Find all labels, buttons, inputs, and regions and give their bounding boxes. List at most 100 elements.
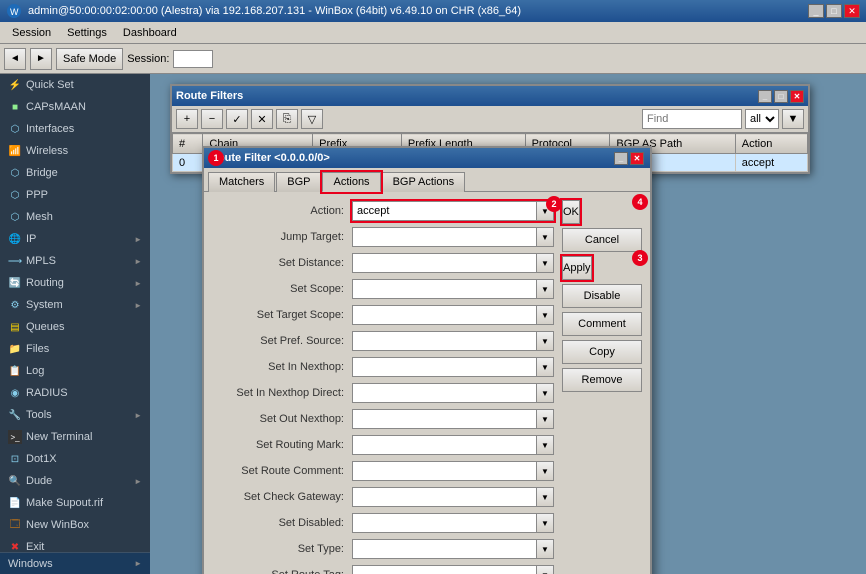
sidebar-item-tools[interactable]: 🔧 Tools ►: [0, 404, 150, 426]
set-check-gateway-input[interactable]: [352, 487, 536, 507]
sidebar-item-interfaces[interactable]: ⬡ Interfaces: [0, 118, 150, 140]
copy-tool-button[interactable]: ⎘: [276, 109, 298, 129]
sidebar-item-routing[interactable]: 🔄 Routing ►: [0, 272, 150, 294]
menu-dashboard[interactable]: Dashboard: [115, 25, 185, 41]
sidebar-item-new-winbox[interactable]: 🗔 New WinBox: [0, 514, 150, 536]
set-route-comment-input[interactable]: [352, 461, 536, 481]
session-input[interactable]: [173, 50, 213, 68]
set-routing-mark-dropdown-btn[interactable]: ▼: [536, 435, 554, 455]
windows-label: Windows: [8, 558, 53, 570]
set-in-nexthop-input[interactable]: [352, 357, 536, 377]
search-expand-button[interactable]: ▼: [782, 109, 804, 129]
set-distance-row: Set Distance: ▼: [212, 252, 554, 274]
sidebar-item-log[interactable]: 📋 Log: [0, 360, 150, 382]
col-action[interactable]: Action: [735, 134, 807, 154]
set-route-tag-row: Set Route Tag: ▼: [212, 564, 554, 574]
route-filters-maximize[interactable]: □: [774, 90, 788, 103]
dialog-close[interactable]: ✕: [630, 152, 644, 165]
route-filters-close[interactable]: ✕: [790, 90, 804, 103]
jump-target-dropdown-btn[interactable]: ▼: [536, 227, 554, 247]
tab-actions[interactable]: Actions: [322, 172, 380, 192]
route-filters-minimize[interactable]: _: [758, 90, 772, 103]
set-route-tag-dropdown-btn[interactable]: ▼: [536, 565, 554, 574]
close-button[interactable]: ✕: [844, 4, 860, 18]
dialog-minimize[interactable]: _: [614, 152, 628, 165]
remove-action-button[interactable]: Remove: [562, 368, 642, 392]
set-distance-input[interactable]: [352, 253, 536, 273]
set-in-nexthop-label: Set In Nexthop:: [212, 361, 352, 373]
sidebar-item-quick-set[interactable]: ⚡ Quick Set: [0, 74, 150, 96]
search-input[interactable]: [642, 109, 742, 129]
sidebar-item-bridge[interactable]: ⬡ Bridge: [0, 162, 150, 184]
back-button[interactable]: ◄: [4, 48, 26, 70]
ppp-icon: ⬡: [8, 188, 22, 202]
apply-button[interactable]: Apply: [562, 256, 592, 280]
sidebar-item-system[interactable]: ⚙ System ►: [0, 294, 150, 316]
add-button[interactable]: +: [176, 109, 198, 129]
main-toolbar: ◄ ► Safe Mode Session:: [0, 44, 866, 74]
cancel-button[interactable]: Cancel: [562, 228, 642, 252]
sidebar-item-make-supout[interactable]: 📄 Make Supout.rif: [0, 492, 150, 514]
sidebar-item-radius[interactable]: ◉ RADIUS: [0, 382, 150, 404]
disable-button[interactable]: ✕: [251, 109, 273, 129]
tab-matchers[interactable]: Matchers: [208, 172, 275, 192]
set-check-gateway-dropdown-btn[interactable]: ▼: [536, 487, 554, 507]
main-layout: ⚡ Quick Set ■ CAPsMAAN ⬡ Interfaces 📶 Wi…: [0, 74, 866, 574]
col-num[interactable]: #: [173, 134, 203, 154]
sidebar-item-queues[interactable]: ▤ Queues: [0, 316, 150, 338]
set-check-gateway-row: Set Check Gateway: ▼: [212, 486, 554, 508]
set-scope-input[interactable]: [352, 279, 536, 299]
sidebar-item-new-terminal[interactable]: >_ New Terminal: [0, 426, 150, 448]
set-scope-dropdown-btn[interactable]: ▼: [536, 279, 554, 299]
ok-button[interactable]: OK: [562, 200, 580, 224]
minimize-button[interactable]: _: [808, 4, 824, 18]
tab-bgp[interactable]: BGP: [276, 172, 321, 192]
set-disabled-input[interactable]: [352, 513, 536, 533]
tab-bgp-actions[interactable]: BGP Actions: [382, 172, 466, 192]
jump-target-input[interactable]: [352, 227, 536, 247]
set-check-gateway-label: Set Check Gateway:: [212, 491, 352, 503]
sidebar-item-files[interactable]: 📁 Files: [0, 338, 150, 360]
safe-mode-button[interactable]: Safe Mode: [56, 48, 123, 70]
sidebar-item-mesh[interactable]: ⬡ Mesh: [0, 206, 150, 228]
disable-button[interactable]: Disable: [562, 284, 642, 308]
filter-select[interactable]: all: [745, 109, 779, 129]
sidebar-item-wireless[interactable]: 📶 Wireless: [0, 140, 150, 162]
set-route-tag-input[interactable]: [352, 565, 536, 574]
sidebar-item-capsman[interactable]: ■ CAPsMAAN: [0, 96, 150, 118]
set-route-comment-dropdown-btn[interactable]: ▼: [536, 461, 554, 481]
set-pref-source-input[interactable]: [352, 331, 536, 351]
sidebar-item-mpls[interactable]: ⟶ MPLS ►: [0, 250, 150, 272]
forward-button[interactable]: ►: [30, 48, 52, 70]
action-input[interactable]: [352, 201, 536, 221]
menu-settings[interactable]: Settings: [59, 25, 115, 41]
set-in-nexthop-direct-dropdown-btn[interactable]: ▼: [536, 383, 554, 403]
windows-section[interactable]: Windows ►: [0, 552, 150, 574]
jump-target-row: Jump Target: ▼: [212, 226, 554, 248]
comment-button[interactable]: Comment: [562, 312, 642, 336]
set-type-dropdown-btn[interactable]: ▼: [536, 539, 554, 559]
set-routing-mark-input[interactable]: [352, 435, 536, 455]
set-target-scope-input[interactable]: [352, 305, 536, 325]
filter-button[interactable]: ▽: [301, 109, 323, 129]
set-in-nexthop-dropdown-btn[interactable]: ▼: [536, 357, 554, 377]
enable-button[interactable]: ✓: [226, 109, 248, 129]
menu-session[interactable]: Session: [4, 25, 59, 41]
set-out-nexthop-input[interactable]: [352, 409, 536, 429]
copy-button[interactable]: Copy: [562, 340, 642, 364]
maximize-button[interactable]: □: [826, 4, 842, 18]
set-out-nexthop-label: Set Out Nexthop:: [212, 413, 352, 425]
sidebar-item-ppp[interactable]: ⬡ PPP: [0, 184, 150, 206]
set-target-scope-dropdown-btn[interactable]: ▼: [536, 305, 554, 325]
sidebar-item-ip[interactable]: 🌐 IP ►: [0, 228, 150, 250]
set-distance-dropdown-btn[interactable]: ▼: [536, 253, 554, 273]
set-type-input[interactable]: [352, 539, 536, 559]
set-in-nexthop-direct-input[interactable]: [352, 383, 536, 403]
route-filters-toolbar: + − ✓ ✕ ⎘ ▽ all ▼: [172, 106, 808, 133]
set-out-nexthop-dropdown-btn[interactable]: ▼: [536, 409, 554, 429]
sidebar-item-dude[interactable]: 🔍 Dude ►: [0, 470, 150, 492]
sidebar-item-dot1x[interactable]: ⊡ Dot1X: [0, 448, 150, 470]
remove-button[interactable]: −: [201, 109, 223, 129]
set-pref-source-dropdown-btn[interactable]: ▼: [536, 331, 554, 351]
set-disabled-dropdown-btn[interactable]: ▼: [536, 513, 554, 533]
